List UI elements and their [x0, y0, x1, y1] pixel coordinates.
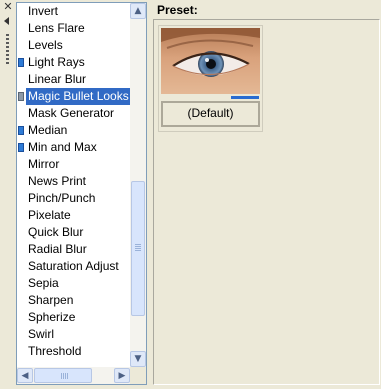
effects-list[interactable]: Invert Lens Flare Levels Light Rays Linear B… [16, 2, 147, 385]
list-item-label: Min and Max [28, 140, 97, 154]
list-item[interactable]: Spherize [17, 309, 130, 326]
list-item-label: Swirl [28, 327, 54, 341]
list-item[interactable]: Saturation Adjust [17, 258, 130, 275]
scroll-down-arrow-icon[interactable]: ▼ [130, 351, 146, 367]
plugin-marker-blue-icon [18, 126, 24, 135]
scroll-left-arrow-icon[interactable]: ◀ [17, 368, 33, 383]
list-item-label: Pixelate [28, 208, 71, 222]
grip-icon[interactable] [6, 34, 9, 64]
close-icon[interactable]: ✕ [3, 1, 13, 12]
list-item[interactable]: Sepia [17, 275, 130, 292]
list-item-label: Spherize [28, 310, 76, 324]
list-item-label: Quick Blur [28, 225, 84, 239]
list-item-label: Radial Blur [28, 242, 87, 256]
list-item-label: Median [28, 123, 68, 137]
horizontal-scrollbar[interactable]: ◀ ▶ [17, 367, 130, 384]
list-item-label: Magic Bullet Looks [26, 88, 130, 105]
vertical-scroll-thumb[interactable] [131, 181, 145, 316]
list-item-label: News Print [28, 174, 87, 188]
list-item-label: Mirror [28, 157, 60, 171]
list-item[interactable]: Radial Blur [17, 241, 130, 258]
plugin-marker-gray-icon [18, 92, 24, 101]
list-item[interactable]: Threshold [17, 343, 130, 360]
eye-thumbnail [161, 28, 260, 94]
preset-label: (Default) [161, 101, 260, 127]
plugin-marker-blue-icon [18, 58, 24, 67]
list-item-label: Mask Generator [28, 106, 115, 120]
list-item-label: Lens Flare [28, 21, 85, 35]
list-item[interactable]: Mirror [17, 156, 130, 173]
effects-list-items: Invert Lens Flare Levels Light Rays Linear B… [17, 3, 130, 367]
list-item-label: Levels [28, 38, 63, 52]
list-item[interactable]: Quick Blur [17, 224, 130, 241]
scroll-up-arrow-icon[interactable]: ▲ [130, 3, 146, 19]
list-item[interactable]: Mask Generator [17, 105, 130, 122]
scrollbar-corner [130, 367, 146, 384]
list-item[interactable]: Sharpen [17, 292, 130, 309]
list-item[interactable]: News Print [17, 173, 130, 190]
vertical-scrollbar[interactable]: ▲ ▼ [130, 3, 146, 367]
list-item-label: Threshold [28, 344, 82, 358]
list-item-label: Sharpen [28, 293, 74, 307]
scroll-right-arrow-icon[interactable]: ▶ [114, 368, 130, 383]
horizontal-scroll-thumb[interactable] [34, 368, 92, 383]
list-item[interactable]: Levels [17, 37, 130, 54]
list-item[interactable]: Invert [17, 3, 130, 20]
list-item-label: Linear Blur [28, 72, 87, 86]
list-item[interactable]: Lens Flare [17, 20, 130, 37]
collapse-arrow-icon[interactable] [4, 17, 9, 25]
list-item-label: Light Rays [28, 55, 85, 69]
list-item[interactable]: Light Rays [17, 54, 130, 71]
plugin-marker-blue-icon [18, 143, 24, 152]
preset-selection-bar [231, 96, 259, 99]
list-item-label: Pinch/Punch [28, 191, 96, 205]
preset-title: Preset: [157, 3, 198, 17]
panel-handle: ✕ [0, 0, 16, 389]
list-item[interactable]: Magic Bullet Looks [17, 88, 130, 105]
list-item[interactable]: Median [17, 122, 130, 139]
list-item-label: Sepia [28, 276, 59, 290]
list-item-label: Invert [28, 4, 59, 18]
list-item[interactable]: Linear Blur [17, 71, 130, 88]
thumb-grip-icon [61, 373, 69, 379]
preset-item-default[interactable]: (Default) [158, 25, 263, 132]
list-item[interactable]: Min and Max [17, 139, 130, 156]
list-item[interactable]: Pinch/Punch [17, 190, 130, 207]
list-item[interactable]: Pixelate [17, 207, 130, 224]
preset-panel: (Default) [153, 19, 380, 385]
thumb-grip-icon [135, 244, 141, 252]
list-item[interactable]: Swirl [17, 326, 130, 343]
list-item-label: Saturation Adjust [28, 259, 119, 273]
